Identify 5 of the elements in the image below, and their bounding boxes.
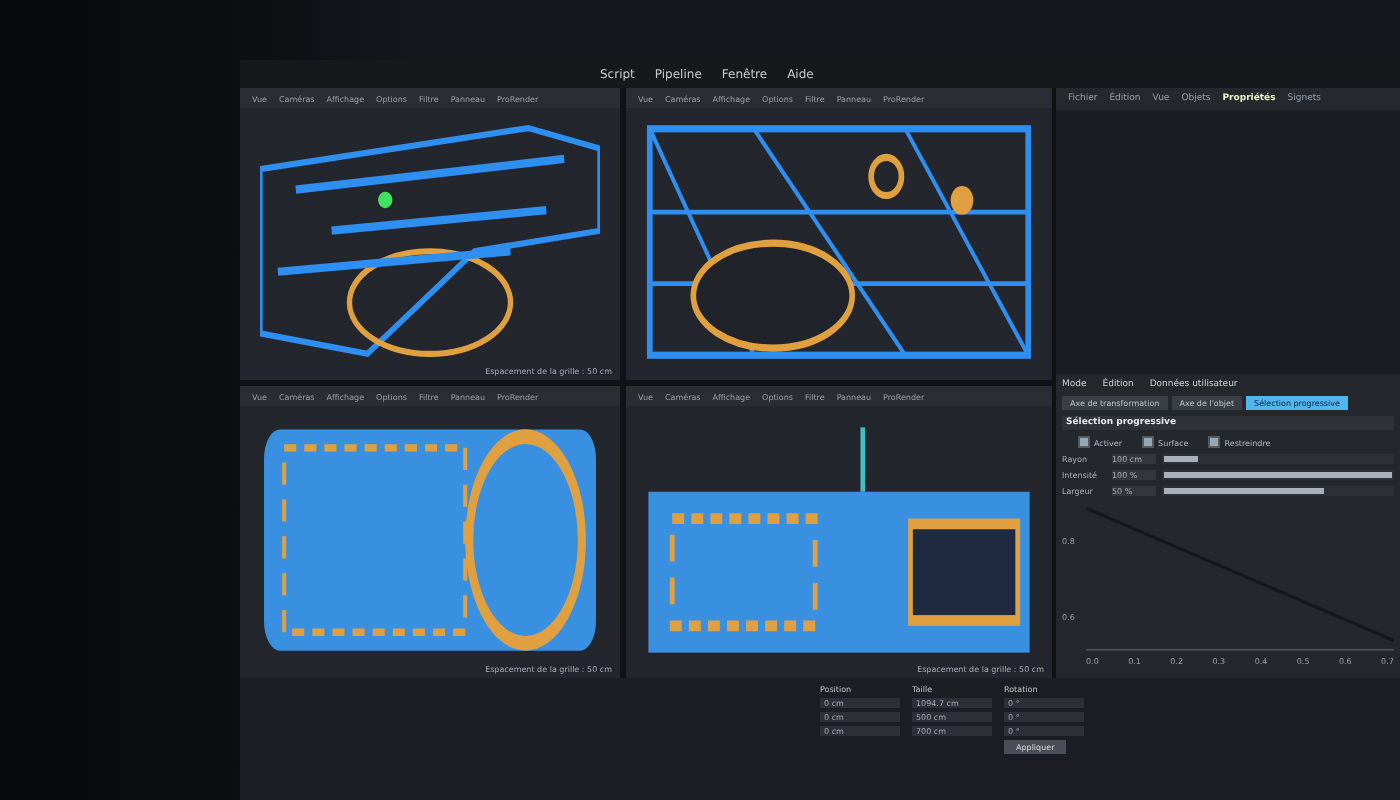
slider-track[interactable]: [1162, 486, 1394, 496]
checkbox[interactable]: [1208, 436, 1221, 448]
checkbox[interactable]: [1078, 436, 1090, 448]
checkbox[interactable]: [1142, 436, 1155, 448]
slider-track[interactable]: [1162, 454, 1394, 464]
